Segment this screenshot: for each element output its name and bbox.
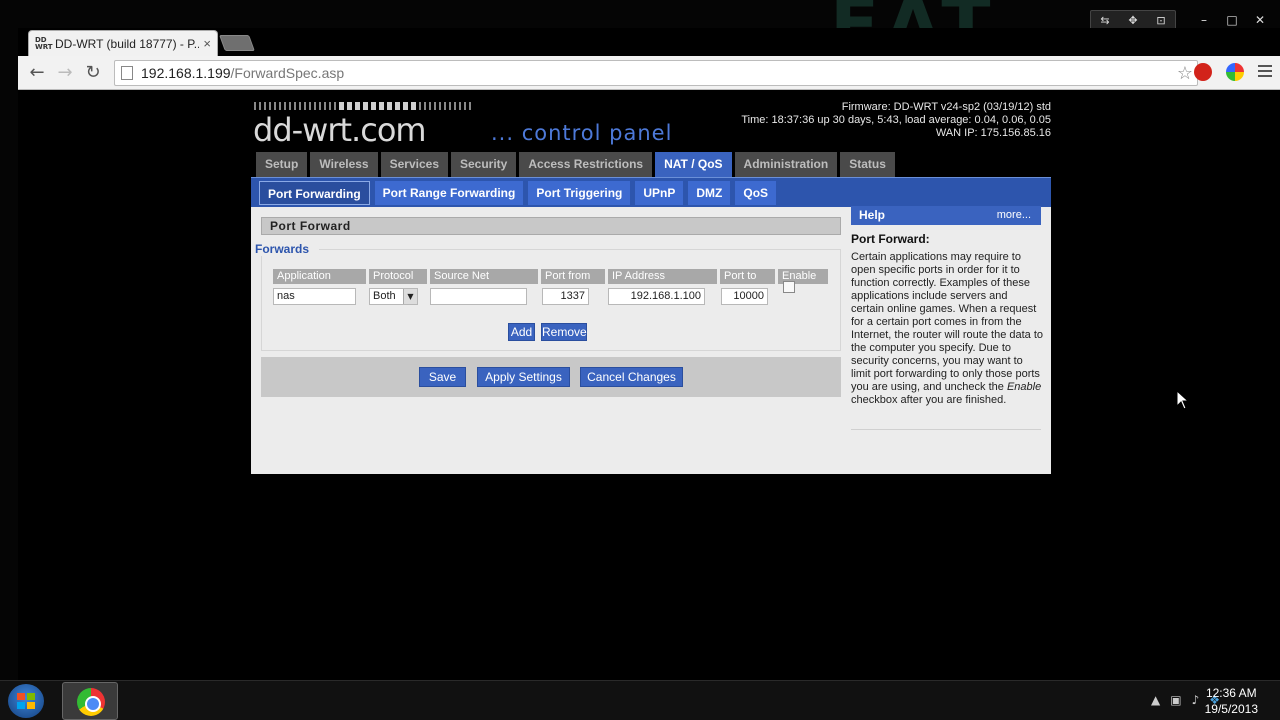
clock-time: 12:36 AM <box>1205 686 1257 700</box>
application-input[interactable]: nas <box>273 288 356 305</box>
logo-bars-icon <box>254 102 471 110</box>
enable-checkbox[interactable] <box>783 281 795 293</box>
dropdown-arrow-icon: ▼ <box>403 289 417 304</box>
help-header: Help more... <box>851 206 1041 225</box>
ip-address-input[interactable]: 192.168.1.100 <box>608 288 705 305</box>
sub-tab-bar: Port Forwarding Port Range Forwarding Po… <box>251 177 1051 207</box>
col-protocol: Protocol <box>369 269 427 284</box>
col-port-from: Port from <box>541 269 605 284</box>
extension-color-icon[interactable] <box>1226 63 1244 81</box>
subtab-dmz[interactable]: DMZ <box>688 181 731 205</box>
tab-access-restrictions[interactable]: Access Restrictions <box>519 152 653 177</box>
col-application: Application <box>273 269 366 284</box>
start-button[interactable] <box>8 684 44 718</box>
desktop: EAT ⇆ ✥ ⊡ – □ ✕ DDWRT DD-WRT (build 1877… <box>0 0 1280 720</box>
page-icon <box>121 66 133 80</box>
page-viewport: dd-wrt.com ... control panel Firmware: D… <box>18 91 1280 680</box>
wan-ip-info: WAN IP: 175.156.85.16 <box>935 127 1051 139</box>
col-source-net: Source Net <box>430 269 538 284</box>
cancel-changes-button[interactable]: Cancel Changes <box>580 367 683 387</box>
section-title: Port Forward <box>261 217 841 235</box>
subtab-port-range-forwarding[interactable]: Port Range Forwarding <box>374 181 524 205</box>
tab-wireless[interactable]: Wireless <box>310 152 378 177</box>
ddwrt-page: dd-wrt.com ... control panel Firmware: D… <box>251 99 1051 474</box>
system-info: Firmware: DD-WRT v24-sp2 (03/19/12) std … <box>741 101 1051 140</box>
network-icon[interactable]: ▣ <box>1170 693 1181 707</box>
browser-toolbar: ← → ↻ 192.168.1.199/ForwardSpec.asp ☆ <box>18 56 1280 90</box>
extension-stop-icon[interactable] <box>1194 63 1212 81</box>
apply-settings-button[interactable]: Apply Settings <box>477 367 570 387</box>
tray-expand-icon[interactable]: ▲ <box>1151 693 1160 707</box>
windows-logo-icon <box>17 693 35 709</box>
subtab-upnp[interactable]: UPnP <box>635 181 684 205</box>
reload-icon[interactable]: ↻ <box>82 62 104 84</box>
back-icon[interactable]: ← <box>26 62 48 84</box>
protocol-value: Both <box>373 290 396 302</box>
clock-date: 19/5/2013 <box>1204 702 1258 716</box>
tab-title: DD-WRT (build 18777) - P... <box>55 36 200 51</box>
source-net-input[interactable] <box>430 288 527 305</box>
help-more-link[interactable]: more... <box>997 206 1031 225</box>
control-panel-tagline: ... control panel <box>491 121 673 145</box>
tab-services[interactable]: Services <box>380 152 448 177</box>
tab-status[interactable]: Status <box>840 152 895 177</box>
remove-button[interactable]: Remove <box>541 323 587 341</box>
volume-icon[interactable]: ♪ <box>1192 693 1200 707</box>
bookmark-star-icon[interactable]: ☆ <box>1177 63 1193 84</box>
main-tabs: Setup Wireless Services Security Access … <box>256 152 895 177</box>
taskbar: ▲ ▣ ♪ ❖ 12:36 AM 19/5/2013 <box>0 680 1280 720</box>
tab-close-icon[interactable]: × <box>203 36 211 51</box>
protocol-select[interactable]: Both ▼ <box>369 288 418 305</box>
ddwrt-logo: dd-wrt.com <box>253 111 427 149</box>
forwards-legend: Forwards <box>255 242 320 256</box>
tab-administration[interactable]: Administration <box>734 152 838 177</box>
taskbar-clock[interactable]: 12:36 AM 19/5/2013 <box>1205 685 1258 717</box>
col-ip-address: IP Address <box>608 269 717 284</box>
new-tab-button[interactable] <box>219 35 255 51</box>
save-button[interactable]: Save <box>419 367 466 387</box>
port-to-input[interactable]: 10000 <box>721 288 768 305</box>
firmware-info: Firmware: DD-WRT v24-sp2 (03/19/12) std <box>841 101 1051 113</box>
port-from-input[interactable]: 1337 <box>542 288 589 305</box>
tab-strip: DD WRT DD-WRT (build 18777) - P... × <box>18 28 1280 56</box>
uptime-info: Time: 18:37:36 up 30 days, 5:43, load av… <box>741 114 1051 126</box>
subtab-port-triggering[interactable]: Port Triggering <box>528 181 631 205</box>
chrome-icon <box>77 688 105 716</box>
forward-icon[interactable]: → <box>54 62 76 84</box>
tab-security[interactable]: Security <box>451 152 517 177</box>
close-button[interactable]: ✕ <box>1246 10 1274 30</box>
help-divider <box>851 429 1041 430</box>
taskbar-chrome-button[interactable] <box>62 682 118 720</box>
add-button[interactable]: Add <box>508 323 535 341</box>
maximize-button[interactable]: □ <box>1218 10 1246 30</box>
browser-tab[interactable]: DD WRT DD-WRT (build 18777) - P... × <box>28 30 218 56</box>
help-text: Certain applications may require to open… <box>851 251 1044 406</box>
address-bar[interactable]: 192.168.1.199/ForwardSpec.asp ☆ <box>114 60 1198 86</box>
url-host: 192.168.1.199 <box>141 65 231 81</box>
help-title: Help <box>859 208 886 222</box>
tab-nat-qos[interactable]: NAT / QoS <box>655 152 732 177</box>
minimize-button[interactable]: – <box>1190 10 1218 30</box>
menu-icon[interactable] <box>1258 65 1272 80</box>
subtab-qos[interactable]: QoS <box>735 181 777 205</box>
browser-window: DD WRT DD-WRT (build 18777) - P... × ← → … <box>18 28 1280 680</box>
ddwrt-favicon-icon: DD WRT <box>35 35 53 51</box>
help-topic: Port Forward: <box>851 232 930 246</box>
col-port-to: Port to <box>720 269 775 284</box>
subtab-port-forwarding[interactable]: Port Forwarding <box>259 181 370 205</box>
help-text-emphasis: Enable <box>1006 381 1042 393</box>
url-path: /ForwardSpec.asp <box>230 65 345 81</box>
tab-setup[interactable]: Setup <box>256 152 308 177</box>
